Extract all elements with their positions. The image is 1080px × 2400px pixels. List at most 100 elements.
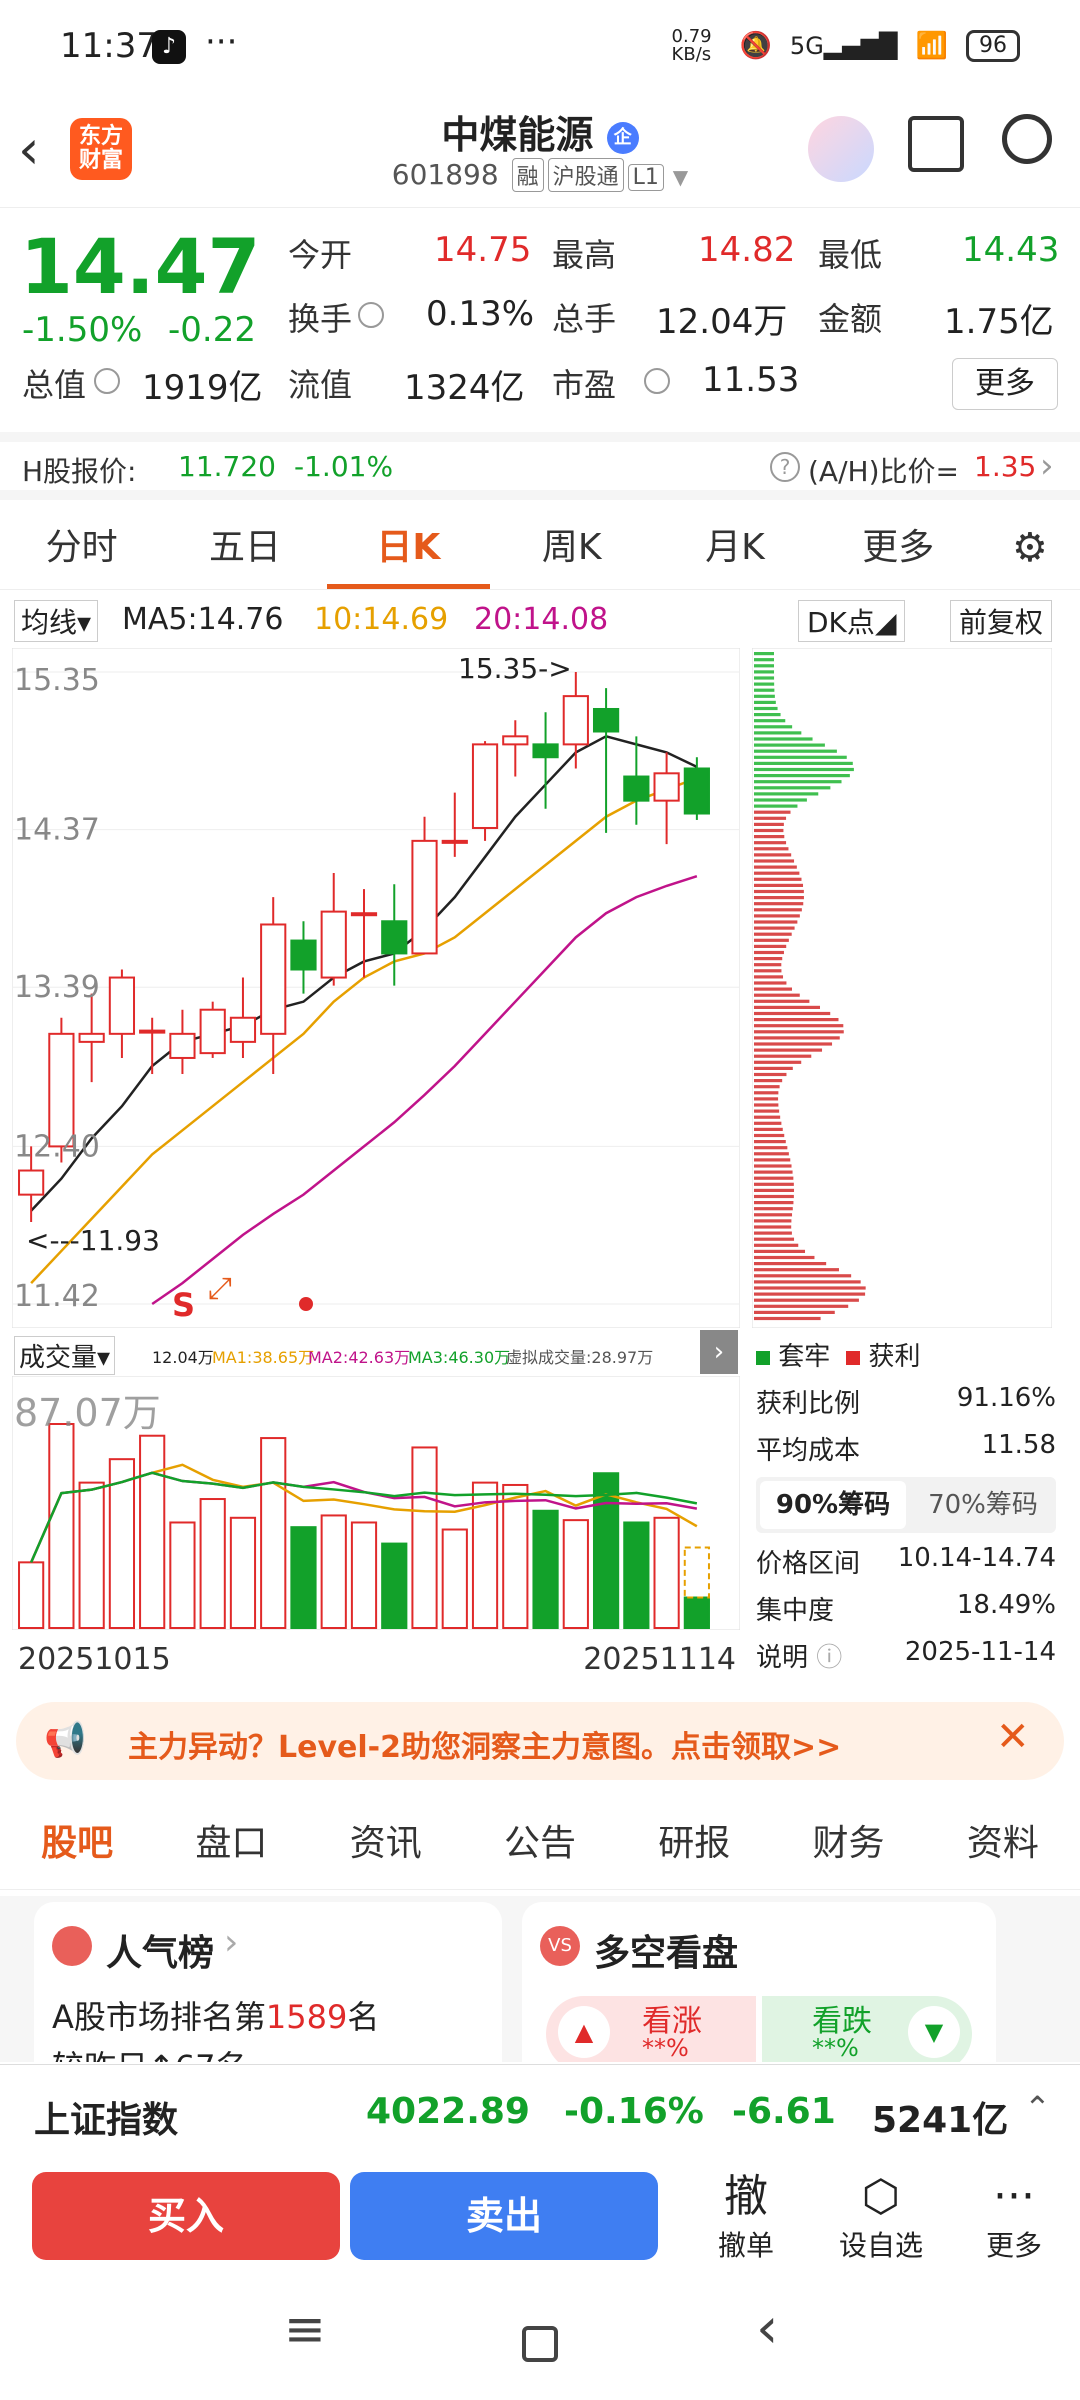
chip-bar [754, 963, 782, 967]
chip-bar [754, 1201, 794, 1205]
chip-row-label: 平均成本 [756, 1436, 861, 1466]
chip-bar [754, 1255, 815, 1260]
sentiment-title: 多空看盘 [594, 1933, 739, 1974]
help-icon[interactable]: ? [770, 452, 800, 482]
chip-row: 平均成本 11.58 [756, 1430, 1056, 1467]
cancel-order-label: 撤单 [717, 2229, 774, 2262]
volume-bar [441, 1528, 468, 1629]
tab-daily-k[interactable]: 日K [326, 508, 490, 589]
dk-point-label: DK点 [807, 606, 875, 639]
h-share-price: 11.720 [178, 450, 276, 483]
signal-icon: 5G▂▄▆█ [789, 32, 898, 60]
ma10-value: 10:14.69 [314, 602, 449, 637]
back-nav-icon[interactable]: ‹ [756, 2296, 778, 2361]
chip-row-value: 91.16% [956, 1383, 1056, 1413]
adjust-button[interactable]: 前复权 [950, 600, 1053, 642]
bear-button[interactable]: 看跌 **% ▼ [762, 1996, 972, 2062]
add-watchlist-button[interactable]: ⬡ 设自选 [826, 2170, 936, 2264]
rank-unit: 名 [347, 1998, 380, 2036]
chip-bar [754, 1310, 835, 1314]
more-button[interactable]: 更多 [952, 358, 1058, 410]
chip-bar [754, 1194, 794, 1199]
tab-five-day[interactable]: 五日 [163, 508, 326, 589]
volume-bar [562, 1519, 589, 1629]
period-tabs: 分时 五日 日K 周K 月K 更多 ⚙ [0, 508, 1080, 590]
info-icon[interactable] [358, 302, 384, 328]
candle-body [471, 743, 499, 829]
chip-row-label: 集中度 [756, 1596, 835, 1626]
volume-chart[interactable]: 87.07万 [12, 1376, 740, 1630]
menu-icon[interactable]: ≡ [284, 2300, 326, 2358]
tab-announcements[interactable]: 公告 [463, 1800, 617, 1889]
collapse-arrow-icon[interactable]: › [700, 1330, 738, 1374]
chip-bar [754, 1146, 788, 1150]
ah-ratio: 1.35 [974, 450, 1037, 483]
candle-body [199, 1008, 226, 1055]
tab-order-book[interactable]: 盘口 [154, 1800, 308, 1889]
candle-body [169, 1032, 196, 1059]
info-icon[interactable] [644, 368, 670, 394]
dropdown-icon[interactable]: ▼ [673, 165, 688, 189]
tab-monthly-k[interactable]: 月K [653, 508, 816, 589]
chevron-right-icon[interactable]: › [1040, 446, 1054, 486]
chip-bar [754, 804, 798, 808]
dk-point-button[interactable]: DK点◢ [798, 600, 906, 642]
value-high: 14.82 [698, 230, 796, 270]
chip-bar [754, 975, 784, 979]
chip-distribution-chart[interactable] [752, 648, 1052, 1328]
down-arrow-icon: ▼ [908, 2006, 960, 2058]
sell-button[interactable]: 卖出 [350, 2172, 658, 2260]
chip-bar [754, 1237, 795, 1241]
chip-bar [754, 1011, 831, 1016]
tab-financials[interactable]: 财务 [771, 1800, 925, 1889]
tab-chip-70[interactable]: 70%筹码 [910, 1477, 1056, 1533]
h-share-label: H股报价: [22, 455, 137, 488]
trade-action-bar: 买入 卖出 撤 撤单 ⬡ 设自选 ··· 更多 [0, 2160, 1080, 2280]
legend-profit: 获利 [846, 1336, 921, 1373]
chip-bar [754, 1042, 833, 1046]
tab-forum[interactable]: 股吧 [0, 1800, 154, 1889]
tab-more[interactable]: 更多 [817, 508, 980, 589]
chip-bar [754, 1005, 820, 1009]
more-dots-icon: ··· [205, 22, 238, 62]
more-actions-button[interactable]: ··· 更多 [966, 2170, 1062, 2264]
popularity-card[interactable]: 人气榜 › A股市场排名第1589名 较昨日↑67名 [34, 1902, 502, 2062]
search-icon[interactable] [1002, 114, 1052, 164]
candle-body [381, 920, 408, 955]
chip-bar [754, 1121, 782, 1125]
chevron-up-icon[interactable]: ⌃ [1024, 2089, 1051, 2127]
chip-bar [754, 1219, 792, 1223]
more-actions-label: 更多 [985, 2229, 1042, 2262]
chip-bar [754, 938, 789, 942]
low-marker-label: <---11.93 [26, 1224, 160, 1257]
info-icon[interactable] [94, 368, 120, 394]
candlestick-chart[interactable]: 15.35 14.37 13.39 12.40 11.42 15.35-> <---11… [12, 648, 740, 1328]
tab-intraday[interactable]: 分时 [0, 508, 163, 589]
assistant-avatar[interactable] [808, 116, 874, 182]
candle-body [502, 735, 529, 746]
volume-select[interactable]: 成交量▾ [14, 1336, 116, 1375]
chip-bar [754, 828, 784, 833]
share-icon[interactable] [908, 116, 964, 172]
tab-weekly-k[interactable]: 周K [490, 508, 653, 589]
banner-text: 主力异动？Level-2助您洞察主力意图。点击领取>> [128, 1730, 842, 1765]
sentiment-card[interactable]: VS 多空看盘 ▲ 看涨 **% 看跌 **% ▼ [522, 1902, 996, 2062]
bull-button[interactable]: ▲ 看涨 **% [546, 1996, 756, 2062]
tab-news[interactable]: 资讯 [309, 1800, 463, 1889]
volume-bar [78, 1481, 105, 1629]
cancel-order-button[interactable]: 撤 撤单 [700, 2170, 792, 2264]
index-ticker[interactable]: 上证指数 4022.89 -0.16% -6.61 5241亿 ⌃ [0, 2064, 1080, 2160]
ma-type-select[interactable]: 均线▾ [14, 600, 99, 642]
settings-gear-icon[interactable]: ⚙ [980, 508, 1080, 589]
info-icon[interactable]: ⓘ [816, 1643, 842, 1673]
chip-bar [754, 1249, 806, 1253]
close-icon[interactable]: ✕ [996, 1714, 1030, 1760]
tab-chip-90[interactable]: 90%筹码 [760, 1481, 906, 1529]
chip-bar [754, 1225, 792, 1229]
tab-research[interactable]: 研报 [617, 1800, 771, 1889]
buy-button[interactable]: 买入 [32, 2172, 340, 2260]
home-icon[interactable] [522, 2326, 558, 2362]
level2-ad-banner[interactable]: 📢 主力异动？Level-2助您洞察主力意图。点击领取>> ✕ [16, 1702, 1064, 1780]
tab-profile[interactable]: 资料 [926, 1800, 1080, 1889]
chip-bar [754, 810, 791, 814]
